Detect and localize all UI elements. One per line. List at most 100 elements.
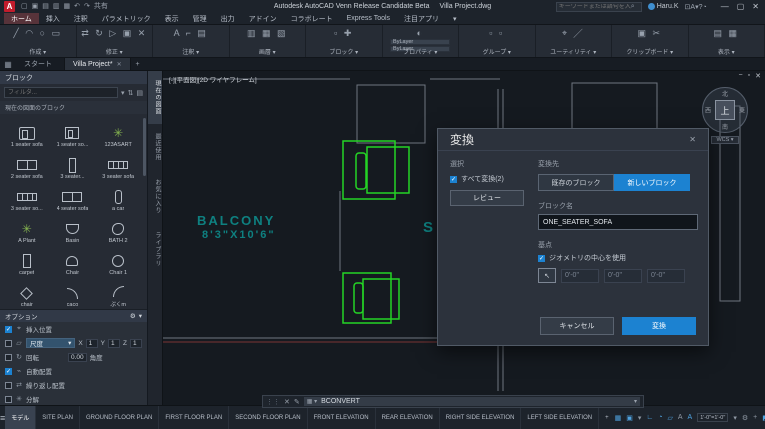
status-icon[interactable]: ▱ (667, 414, 672, 422)
maximize-button[interactable]: ▢ (737, 2, 745, 11)
ribbon-panel-label[interactable]: プロパティ ▾ (403, 47, 437, 56)
options-header[interactable]: オプション (5, 311, 38, 321)
palette-scrollbar[interactable] (143, 118, 146, 176)
viewcube-ring[interactable]: 北 南 西 東 上 (702, 87, 748, 133)
quick-access-icon[interactable]: ↷ (84, 1, 90, 12)
quick-access-icon[interactable]: ▢ (21, 1, 28, 12)
ribbon-panel-icons[interactable]: ▤ ▦ (713, 28, 739, 39)
block-item[interactable]: carpet (4, 244, 50, 276)
command-input[interactable]: ▦ ▾ BCONVERT ▾ (304, 397, 640, 406)
layout-tab[interactable]: SITE PLAN (36, 406, 80, 429)
ribbon-panel-icons[interactable]: ╱ ◠ ○ ▭ (13, 28, 62, 39)
layout-tab[interactable]: RIGHT SIDE ELEVATION (440, 406, 522, 429)
search-input[interactable] (559, 4, 631, 10)
block-item[interactable]: chair (4, 276, 50, 308)
auto-place-checkbox[interactable] (5, 368, 12, 375)
ribbon-panel-icons[interactable]: ◐ (417, 28, 424, 38)
block-item[interactable]: caco (50, 276, 96, 308)
doc-close-icon[interactable]: ✕ (755, 72, 761, 80)
ribbon-tab[interactable]: 注目アプリ (397, 13, 446, 24)
ribbon-panel[interactable]: ▥ ▦ ▧ 画層 ▾ (230, 25, 307, 57)
block-item[interactable]: 3 seater so... (4, 180, 50, 212)
layout-tab[interactable]: LEFT SIDE ELEVATION (521, 406, 599, 429)
file-tab[interactable]: スタート (16, 58, 65, 70)
close-button[interactable]: ✕ (752, 2, 759, 11)
quick-access-icon[interactable]: ▤ (42, 1, 49, 12)
library-icon[interactable]: ▤ (136, 89, 143, 97)
block-item[interactable]: Basin (50, 212, 96, 244)
block-item[interactable]: BATH 2 (95, 212, 141, 244)
command-history-icon[interactable]: ▦ ▾ (307, 398, 317, 405)
bylayer-dropdown[interactable]: ByLayer (390, 39, 450, 45)
file-tab-close-icon[interactable]: ✕ (117, 61, 122, 68)
ribbon-panel-icons[interactable]: ⌖ ╱ (562, 28, 585, 39)
ribbon-tab[interactable]: コラボレート (284, 13, 340, 24)
block-item[interactable]: 1 seater so... (50, 116, 96, 148)
existing-block-button[interactable]: 既存のブロック (538, 174, 614, 191)
ribbon-tab[interactable]: パラメトリック (95, 13, 158, 24)
explode-checkbox[interactable] (5, 396, 12, 403)
palette-side-tab[interactable]: お気に入り (148, 170, 162, 223)
z-value[interactable]: 1 (130, 339, 142, 348)
wcs-dropdown[interactable]: WCS ▾ (711, 136, 738, 144)
block-item[interactable]: a car (95, 180, 141, 212)
command-line-grip[interactable]: ⋮⋮ (266, 398, 280, 406)
block-item[interactable]: 2 seater sofa (4, 148, 50, 180)
block-item[interactable]: Chair 1 (95, 244, 141, 276)
search-box[interactable]: ⌕ (556, 2, 642, 12)
ribbon-tab[interactable]: 出力 (214, 13, 242, 24)
status-icon[interactable]: ▾ (733, 414, 737, 422)
gear-icon[interactable]: ⚙ (130, 312, 136, 320)
chevron-down-icon[interactable]: ▾ (139, 312, 142, 320)
new-block-button[interactable]: 新しいブロック (614, 174, 690, 191)
viewcube-top-face[interactable]: 上 (715, 100, 735, 120)
minimize-button[interactable]: — (721, 2, 729, 11)
viewport-controls[interactable]: [-][平面図][2D ワイヤフレーム] (169, 74, 257, 84)
quick-access-icon[interactable]: ▦ (64, 1, 71, 12)
filter-dropdown-icon[interactable]: ▾ (121, 89, 125, 97)
status-icon[interactable]: ▣ (626, 414, 633, 422)
command-customize-icon[interactable]: ✎ (294, 398, 300, 406)
status-icon[interactable]: A (678, 414, 683, 421)
cancel-button[interactable]: キャンセル (540, 317, 614, 335)
ribbon-panel-label[interactable]: 注釈 ▾ (182, 47, 199, 56)
palette-side-tab[interactable]: ライブラリ (148, 223, 162, 276)
ribbon-tab[interactable]: 表示 (158, 13, 186, 24)
ribbon-tab[interactable]: ▾ (446, 13, 464, 24)
use-geometric-center-checkbox[interactable] (538, 255, 545, 262)
ribbon-panel-icons[interactable]: ▣ ✂ (637, 28, 662, 39)
filter-input[interactable] (4, 87, 118, 98)
titlebar-icon[interactable]: A▾ (690, 4, 698, 11)
ribbon-tab[interactable]: 挿入 (39, 13, 67, 24)
x-value[interactable]: 1 (86, 339, 98, 348)
ribbon-panel[interactable]: ▫ ✚ ブロック ▾ (306, 25, 383, 57)
ribbon-panel[interactable]: ▤ ▦ 表示 ▾ (689, 25, 765, 57)
block-item[interactable]: A Plant (4, 212, 50, 244)
block-item[interactable]: 3 seater sofa (95, 148, 141, 180)
add-layout-button[interactable]: + (599, 415, 615, 421)
app-logo[interactable]: A (4, 1, 15, 12)
quick-access-icon[interactable]: ↶ (74, 1, 80, 12)
ribbon-panel-label[interactable]: 画層 ▾ (259, 47, 276, 56)
status-icon[interactable]: ◔ (658, 414, 662, 421)
viewcube-west[interactable]: 西 (705, 106, 711, 115)
command-line[interactable]: ⋮⋮ ✕ ✎ ▦ ▾ BCONVERT ▾ (262, 395, 644, 408)
ribbon-panel-label[interactable]: 表示 ▾ (718, 47, 735, 56)
ribbon-tab[interactable]: Express Tools (340, 13, 397, 24)
dialog-close-icon[interactable]: ✕ (689, 135, 696, 144)
block-item[interactable]: Chair (50, 244, 96, 276)
ribbon-tab[interactable]: アドイン (242, 13, 284, 24)
file-tab[interactable]: Villa Project* ✕ (65, 58, 131, 70)
layout-tab[interactable]: SECOND FLOOR PLAN (229, 406, 307, 429)
quick-access-icon[interactable]: ▣ (32, 1, 39, 12)
repeat-placement-checkbox[interactable] (5, 382, 12, 389)
y-value[interactable]: 1 (108, 339, 120, 348)
palette-title[interactable]: ブロック (0, 71, 147, 84)
block-item[interactable]: 123ASART (95, 116, 141, 148)
status-icon[interactable]: 1'-0"=1'-0" (697, 413, 728, 422)
viewcube-east[interactable]: 東 (739, 106, 745, 115)
ribbon-panel-label[interactable]: ブロック ▾ (329, 47, 358, 56)
review-button[interactable]: レビュー (450, 190, 524, 206)
user-account[interactable]: Haru.K (648, 3, 679, 10)
ribbon-tab[interactable]: 注釈 (67, 13, 95, 24)
